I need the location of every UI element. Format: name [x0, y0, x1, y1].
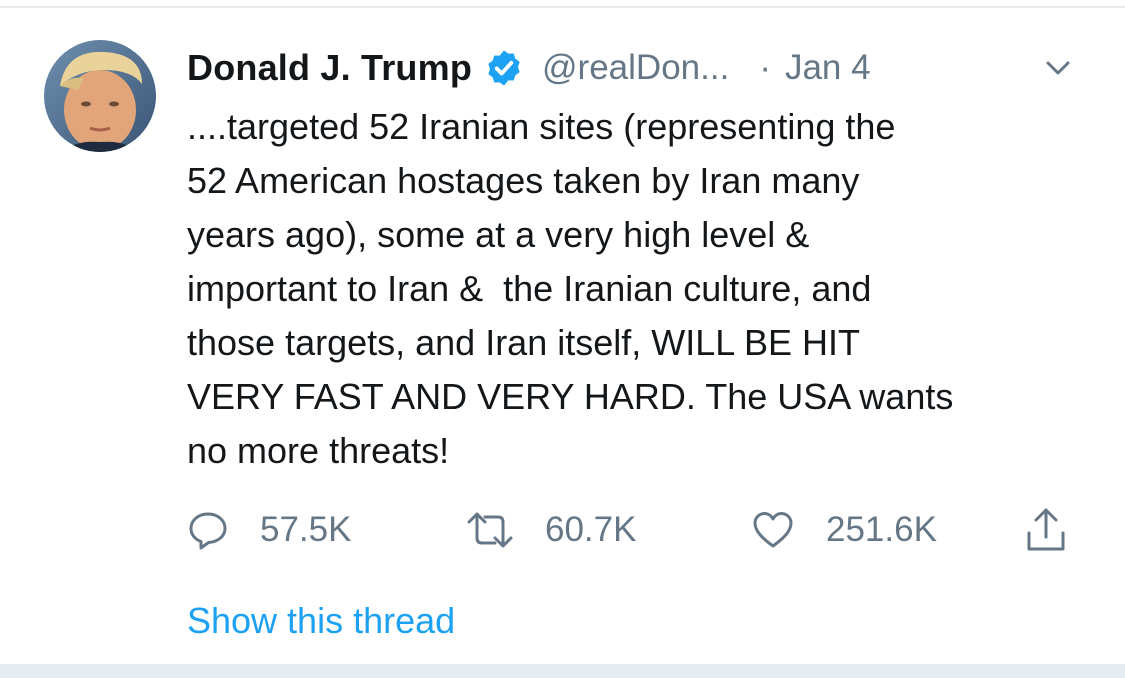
verified-badge-icon: [484, 48, 524, 88]
chevron-down-icon[interactable]: [1040, 50, 1076, 86]
show-thread-link[interactable]: Show this thread: [187, 600, 455, 642]
heart-icon: [753, 512, 793, 548]
author-handle[interactable]: @realDon...: [542, 48, 729, 88]
like-button[interactable]: 251.6K: [750, 505, 937, 555]
reply-button[interactable]: 57.5K: [186, 505, 351, 555]
tweet-date[interactable]: Jan 4: [785, 48, 871, 88]
reply-count: 57.5K: [260, 510, 352, 549]
like-count: 251.6K: [826, 510, 937, 549]
avatar[interactable]: [44, 40, 156, 152]
tweet-text-line: ....targeted 52 Iranian sites (represent…: [187, 106, 896, 147]
tweet-header: Donald J. Trump @realDon... · Jan 4: [187, 40, 1087, 96]
speech-bubble-icon: [189, 512, 227, 550]
author-name[interactable]: Donald J. Trump: [187, 47, 472, 89]
tweet-text-line: VERY FAST AND VERY HARD. The USA wants: [187, 376, 954, 417]
retweet-count: 60.7K: [545, 510, 637, 549]
share-button[interactable]: [1024, 505, 1068, 555]
share-upload-icon: [1027, 508, 1065, 551]
tweet-text-line: years ago), some at a very high level &: [187, 214, 810, 255]
tweet-text-line: important to Iran & the Iranian culture,…: [187, 268, 872, 309]
separator-dot: ·: [759, 48, 771, 87]
top-divider: [0, 0, 1125, 8]
bottom-divider: [0, 664, 1125, 678]
avatar-image: [44, 40, 156, 152]
retweet-button[interactable]: 60.7K: [465, 505, 636, 555]
retweet-arrows-icon: [467, 512, 513, 548]
tweet-text: ....targeted 52 Iranian sites (represent…: [187, 100, 1087, 478]
tweet-text-line: those targets, and Iran itself, WILL BE …: [187, 322, 860, 363]
tweet-text-line: no more threats!: [187, 430, 450, 471]
tweet-text-line: 52 American hostages taken by Iran many: [187, 160, 860, 201]
